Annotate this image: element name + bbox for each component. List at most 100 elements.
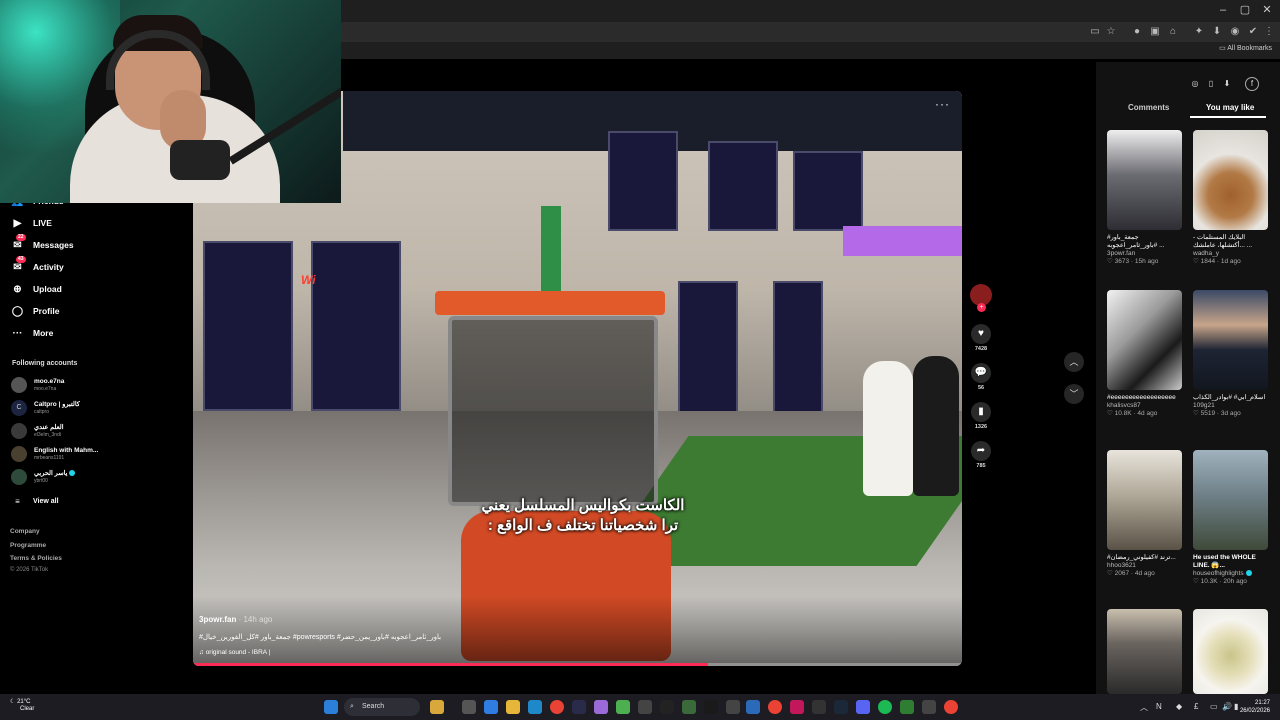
next-video-chevron-down-icon[interactable]: ﹀ — [1064, 384, 1084, 404]
bookmarks-bar — [341, 42, 1280, 59]
chrome-icon[interactable] — [768, 700, 782, 714]
task-view-icon[interactable] — [462, 700, 476, 714]
video-scene-person — [913, 356, 959, 496]
bookmark-star-icon[interactable]: ☆ — [1104, 25, 1118, 39]
app-icon[interactable] — [704, 700, 718, 714]
footer-terms-link[interactable]: Terms & Policies — [10, 555, 62, 562]
suggested-video-card[interactable]: #ترند #كفيلوني_رمضان... hhoo3621 ♡ 2067 … — [1107, 450, 1187, 577]
following-account[interactable]: العلم عندي el3elm_3ndi — [11, 421, 64, 441]
extension-icon[interactable]: ● — [1130, 25, 1144, 39]
video-author[interactable]: 3powr.fan · 14h ago — [199, 615, 272, 624]
nav-profile[interactable]: ◯ Profile — [11, 302, 60, 320]
nav-upload[interactable]: ⊕ Upload — [11, 280, 62, 298]
app-icon[interactable] — [660, 700, 674, 714]
autoscroll-icon[interactable]: ◎ — [1189, 78, 1201, 90]
heart-icon: ♡ — [1107, 410, 1113, 417]
heart-icon: ♡ — [1193, 578, 1199, 585]
video-thumbnail — [1107, 609, 1182, 694]
windows-start-icon[interactable] — [324, 700, 338, 714]
spotify-icon[interactable] — [878, 700, 892, 714]
language-indicator-icon[interactable]: £ — [1194, 702, 1198, 711]
minimize-icon[interactable]: – — [1216, 3, 1230, 17]
app-icon[interactable] — [726, 700, 740, 714]
share-button[interactable]: ➦ 785 — [970, 441, 992, 469]
battery-icon[interactable]: ▮ — [1234, 702, 1238, 711]
video-more-options-icon[interactable]: ··· — [935, 97, 950, 111]
suggested-video-card[interactable] — [1107, 609, 1182, 694]
nav-messages[interactable]: ✉ 22 Messages — [11, 233, 74, 254]
edge-icon[interactable] — [484, 700, 498, 714]
app-icon[interactable] — [746, 700, 760, 714]
extension-icon[interactable]: ✔ — [1246, 25, 1260, 39]
following-account[interactable]: moo.e7na moo.e7na — [11, 375, 64, 395]
app-icon[interactable] — [812, 700, 826, 714]
chrome-icon[interactable] — [550, 700, 564, 714]
profile-avatar-icon[interactable]: ◉ — [1228, 25, 1242, 39]
close-icon[interactable]: ✕ — [1260, 3, 1274, 17]
chrome-icon[interactable] — [944, 700, 958, 714]
video-scene-window — [203, 241, 293, 411]
nav-activity[interactable]: ✉ 43 Activity — [11, 255, 64, 276]
all-bookmarks-button[interactable]: ▭ All Bookmarks — [1219, 44, 1272, 52]
maximize-icon[interactable]: ▢ — [1238, 3, 1252, 17]
app-icon[interactable] — [638, 700, 652, 714]
steam-icon[interactable] — [834, 700, 848, 714]
follow-plus-icon[interactable]: + — [977, 303, 986, 312]
settings-icon[interactable]: f — [1245, 77, 1259, 91]
suggested-video-card[interactable]: البلايك المستلمات - ...أكتشلها، عاملشك .… — [1193, 130, 1273, 265]
menu-kebab-icon[interactable]: ⋮ — [1262, 25, 1276, 39]
following-account[interactable]: ياسر الحربي ybrt00 — [11, 467, 76, 487]
previous-video-chevron-up-icon[interactable]: ︿ — [1064, 352, 1084, 372]
suggested-video-card[interactable]: #eeeeeeeeeeeeeeeeee khalisvcs87 ♡ 10.8K … — [1107, 290, 1187, 417]
footer-company-link[interactable]: Company — [10, 528, 40, 535]
network-icon[interactable]: ▭ — [1210, 702, 1218, 711]
tray-app-icon[interactable]: N — [1156, 702, 1162, 711]
suggested-video-card[interactable]: اسلام_ابي# #بوادر_الكذاب 109g21 ♡ 5519 ·… — [1193, 290, 1273, 417]
weather-widget[interactable]: ☾ 21°C Clear — [10, 699, 34, 713]
tray-chevron-up-icon[interactable]: ︿ — [1140, 702, 1148, 713]
footer-programme-link[interactable]: Programme — [10, 542, 46, 549]
app-icon[interactable] — [430, 700, 444, 714]
taskbar-search[interactable]: ⌕ Search — [344, 698, 420, 716]
volume-icon[interactable]: 🔊 — [1222, 702, 1232, 711]
tray-app-icon[interactable]: ◆ — [1176, 702, 1182, 711]
taskbar-clock[interactable]: 21:27 26/02/2026 — [1240, 699, 1270, 715]
extension-icon[interactable]: ▣ — [1148, 25, 1162, 39]
following-account[interactable]: C Caltpro | كالتبرو caltpro — [11, 398, 80, 418]
suggested-video-card[interactable]: He used the WHOLE LINE. 😱... houseofhigh… — [1193, 450, 1273, 585]
extensions-puzzle-icon[interactable]: ✦ — [1192, 25, 1206, 39]
like-button[interactable]: ♥ 7428 — [970, 324, 992, 352]
save-button[interactable]: ▮ 1326 — [970, 402, 992, 430]
heart-icon: ♡ — [1107, 570, 1113, 577]
photoshop-icon[interactable] — [572, 700, 586, 714]
view-all-button[interactable]: ≡ View all — [11, 492, 58, 510]
app-icon[interactable] — [922, 700, 936, 714]
file-explorer-icon[interactable] — [506, 700, 520, 714]
tab-comments[interactable]: Comments — [1128, 103, 1169, 112]
app-icon[interactable] — [528, 700, 542, 714]
comment-button[interactable]: 💬 56 — [970, 363, 992, 391]
extension-icon[interactable]: ⌂ — [1166, 25, 1180, 39]
app-icon[interactable] — [594, 700, 608, 714]
cast-icon[interactable]: ▭ — [1088, 25, 1102, 39]
video-hashtags[interactable]: #جمعة_باور #كل_الفورين_خيال #powresports… — [199, 633, 441, 641]
discord-icon[interactable] — [856, 700, 870, 714]
download-icon[interactable]: ⬇ — [1210, 25, 1224, 39]
video-sound[interactable]: ♫ original sound - IBRA | — [199, 649, 270, 656]
suggested-video-card[interactable]: #جمعة_باور #باور_ثامر_اعجوبه ... 3powr.f… — [1107, 130, 1187, 265]
suggested-video-card[interactable] — [1193, 609, 1268, 694]
download-icon[interactable]: ⬇ — [1221, 78, 1233, 90]
avatar — [11, 377, 27, 393]
heart-icon: ♡ — [1107, 258, 1113, 265]
app-icon[interactable] — [682, 700, 696, 714]
app-icon[interactable] — [616, 700, 630, 714]
nav-more[interactable]: ··· More — [11, 324, 54, 342]
video-thumbnail — [1193, 450, 1268, 550]
following-account[interactable]: English with Mahm... mrbeans1191 — [11, 444, 98, 464]
nav-live[interactable]: ▶ LIVE — [11, 214, 52, 232]
app-icon[interactable] — [900, 700, 914, 714]
tab-you-may-like[interactable]: You may like — [1206, 103, 1254, 112]
device-icon[interactable]: ▯ — [1205, 78, 1217, 90]
app-icon[interactable] — [790, 700, 804, 714]
music-note-icon: ♫ — [199, 649, 204, 656]
